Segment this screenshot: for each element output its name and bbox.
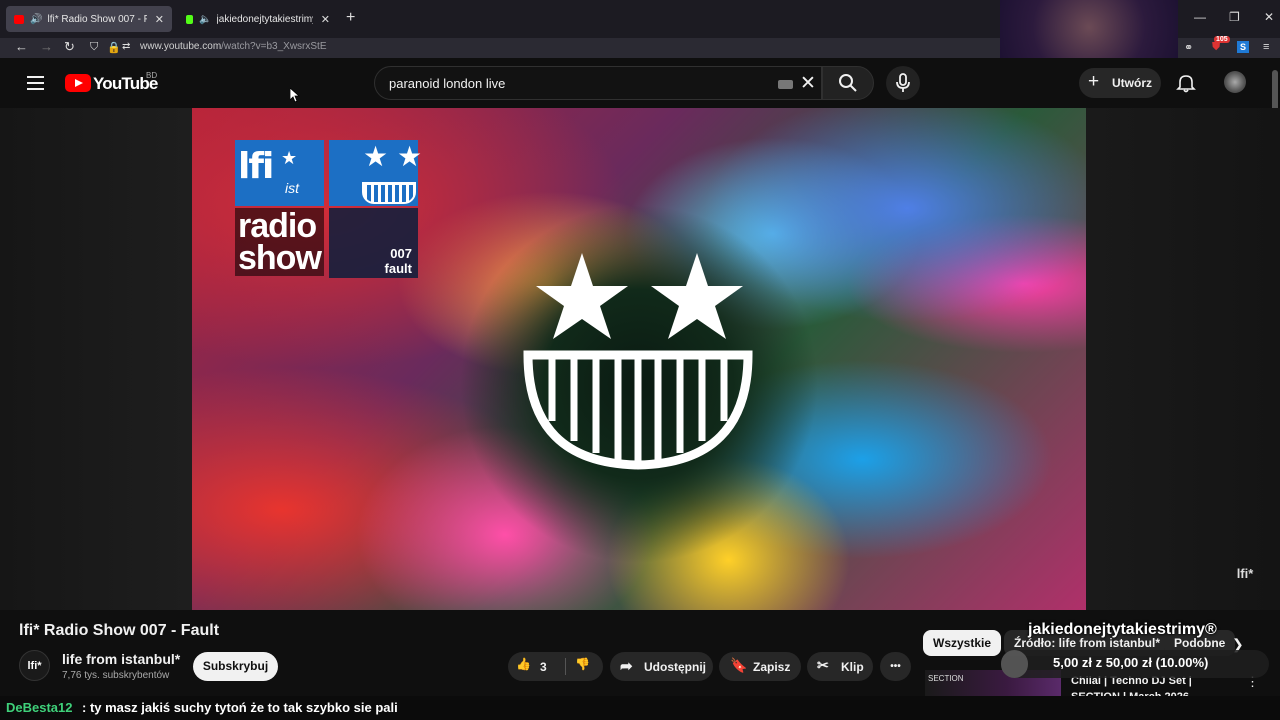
permissions-icon[interactable]: ⇄ bbox=[122, 41, 130, 52]
tab-label: lfi* Radio Show 007 - Fault bbox=[47, 13, 147, 25]
share-button[interactable]: ➦ Udostępnij bbox=[610, 652, 713, 681]
plus-icon: + bbox=[1088, 71, 1100, 92]
close-tab-icon[interactable]: ✕ bbox=[155, 13, 164, 26]
clip-label: Klip bbox=[841, 660, 864, 674]
muted-speaker-icon[interactable]: 🔈 bbox=[199, 14, 211, 25]
scissors-icon: ✂ bbox=[817, 657, 829, 673]
share-label: Udostępnij bbox=[644, 660, 706, 674]
minimize-icon[interactable]: — bbox=[1194, 10, 1206, 24]
clip-button[interactable]: ✂ Klip bbox=[807, 652, 873, 681]
episode-name: fault bbox=[384, 261, 412, 276]
kick-favicon-icon bbox=[186, 14, 194, 24]
logo-main-text: lfi bbox=[238, 146, 274, 187]
tab-youtube[interactable]: 🔊 lfi* Radio Show 007 - Fault ✕ bbox=[6, 6, 172, 32]
url-field[interactable]: www.youtube.com/watch?v=b3_XwsrxStE bbox=[140, 41, 326, 52]
lfi-logo-tile: lfi ★ ist bbox=[235, 140, 324, 206]
chat-message: : ty masz jakiś suchy tytoń że to tak sz… bbox=[82, 700, 398, 715]
episode-tile: 007 fault bbox=[329, 208, 418, 278]
menu-icon[interactable]: ≡ bbox=[1263, 41, 1269, 53]
video-player[interactable]: lfi ★ ist ★ ★ radio show 007 fault bbox=[192, 108, 1086, 610]
save-button[interactable]: 🔖 Zapisz bbox=[719, 652, 801, 681]
new-tab-icon[interactable]: + bbox=[346, 9, 355, 27]
donation-progress-fill bbox=[1001, 650, 1028, 678]
youtube-logo-icon[interactable] bbox=[65, 74, 91, 92]
like-dislike-group: 👍 3 👎 bbox=[508, 652, 603, 681]
video-title: lfi* Radio Show 007 - Fault bbox=[19, 622, 220, 639]
mouse-cursor-icon bbox=[290, 88, 300, 103]
donation-goal-title: jakiedonejtytakiestrimy® bbox=[1028, 621, 1217, 638]
extension-badge: 105 bbox=[1214, 36, 1230, 43]
account-avatar[interactable] bbox=[1224, 71, 1246, 93]
url-path: /watch?v=b3_XwsrxStE bbox=[221, 41, 327, 52]
chip-all[interactable]: Wszystkie bbox=[923, 630, 1002, 656]
s-extension-icon[interactable]: S bbox=[1237, 41, 1249, 53]
search-value: paranoid london live bbox=[389, 76, 506, 91]
save-label: Zapisz bbox=[753, 660, 791, 674]
grin-icon bbox=[362, 182, 416, 204]
star-icon: ★ bbox=[397, 141, 423, 172]
clear-search-icon[interactable]: ✕ bbox=[800, 72, 816, 95]
star-icon: ★ bbox=[281, 148, 298, 168]
notifications-bell-icon[interactable] bbox=[1176, 73, 1196, 93]
tab-kick[interactable]: 🔈 jakiedonejtytakiestrimyxD S ✕ bbox=[178, 6, 338, 32]
youtube-header: YouTube BD paranoid london live ✕ + Utwó… bbox=[0, 58, 1280, 108]
star-eyed-smiley-icon bbox=[523, 253, 753, 470]
channel-name[interactable]: life from istanbul* bbox=[62, 651, 180, 667]
close-tab-icon[interactable]: ✕ bbox=[321, 13, 330, 26]
microphone-icon bbox=[896, 73, 910, 92]
back-icon[interactable]: ← bbox=[15, 39, 28, 54]
channel-watermark[interactable]: lfi* bbox=[1230, 560, 1260, 588]
subscriber-count: 7,76 tys. subskrybentów bbox=[62, 670, 170, 681]
like-count: 3 bbox=[540, 660, 547, 674]
search-button[interactable] bbox=[822, 66, 874, 100]
forward-icon[interactable]: → bbox=[40, 39, 53, 54]
thumbnail-tag: SECTION bbox=[928, 674, 964, 683]
reload-icon[interactable]: ↻ bbox=[64, 39, 75, 55]
search-icon bbox=[839, 74, 857, 92]
thumbs-up-icon: 👍 bbox=[516, 657, 531, 671]
more-actions-button[interactable]: ••• bbox=[880, 652, 911, 681]
chat-username: DeBesta12 bbox=[6, 700, 73, 715]
donation-amount: 5,00 zł z 50,00 zł (10.00%) bbox=[1053, 655, 1209, 670]
region-code: BD bbox=[146, 71, 158, 80]
thumbs-down-icon: 👎 bbox=[575, 657, 590, 671]
episode-number: 007 bbox=[390, 246, 412, 261]
create-label: Utwórz bbox=[1112, 76, 1152, 90]
keyboard-icon[interactable] bbox=[778, 80, 793, 89]
channel-avatar[interactable]: lfi* bbox=[19, 650, 50, 681]
lock-icon[interactable]: 🔒 bbox=[107, 41, 121, 54]
star-icon: ★ bbox=[363, 141, 389, 172]
tab-label: jakiedonejtytakiestrimyxD S bbox=[216, 13, 313, 25]
close-window-icon[interactable]: ✕ bbox=[1264, 10, 1274, 24]
smiley-logo-tile: ★ ★ bbox=[329, 140, 422, 206]
hamburger-menu-icon[interactable] bbox=[27, 76, 44, 94]
bookmark-icon: 🔖 bbox=[730, 657, 748, 673]
search-input[interactable]: paranoid london live ✕ bbox=[374, 66, 822, 100]
url-host: www.youtube.com bbox=[140, 41, 222, 52]
youtube-favicon-icon bbox=[14, 14, 25, 24]
dislike-button[interactable]: 👎 bbox=[566, 652, 603, 681]
radio-line-2: show bbox=[238, 239, 322, 277]
create-button[interactable]: + Utwórz bbox=[1079, 68, 1161, 98]
shield-icon[interactable]: ⛉ bbox=[90, 41, 98, 54]
logo-sub-text: ist bbox=[285, 180, 299, 196]
voice-search-button[interactable] bbox=[886, 66, 920, 100]
radio-show-text: radio show bbox=[235, 208, 324, 276]
subscribe-button[interactable]: Subskrybuj bbox=[193, 652, 278, 681]
extension-icon[interactable]: ⚭ bbox=[1184, 41, 1193, 54]
radio-line-1: radio bbox=[238, 207, 317, 245]
share-icon: ➦ bbox=[620, 658, 633, 675]
like-button[interactable]: 👍 3 bbox=[508, 652, 564, 681]
speaker-icon[interactable]: 🔊 bbox=[30, 14, 42, 25]
restore-icon[interactable]: ❐ bbox=[1229, 10, 1240, 24]
